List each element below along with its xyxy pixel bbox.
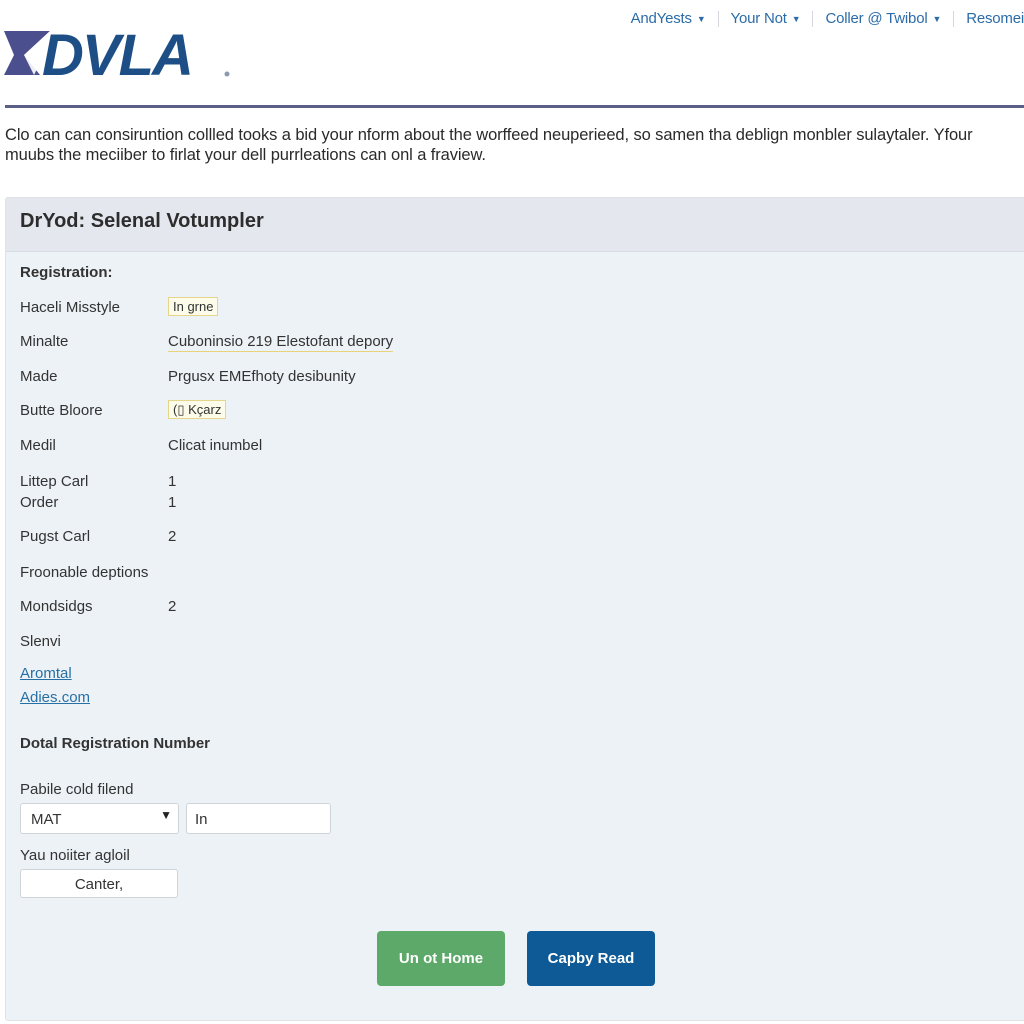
panel-header: DrYod: Selenal Votumpler [6,198,1024,252]
field-label: Pabile cold filend [20,781,134,798]
nav-item-your-not[interactable]: Your Not ▼ [719,10,813,27]
field-label: Littep Carl [20,473,89,490]
field-label: Pugst Carl [20,528,91,545]
secondary-input[interactable]: Canter, [20,869,178,898]
nav-item-label: Your Not [730,10,787,27]
field-label: Minalte [20,333,69,350]
link-adies-com[interactable]: Adies.com [20,689,90,706]
field-label: Butte Bloore [20,402,103,419]
registration-panel: DrYod: Selenal Votumpler Registration: H… [5,197,1024,1021]
field-label: Mondsidgs [20,598,93,615]
nav-item-resomei[interactable]: Resomei [954,10,1024,27]
logo-emblem-icon: DVLA [4,27,230,81]
nav-item-andyests[interactable]: AndYests ▼ [631,10,718,27]
caret-down-icon: ▼ [696,13,706,24]
field-label: Froonable deptions [20,564,149,581]
top-navigation: AndYests ▼ Your Not ▼ Coller @ Twibol ▼ … [631,10,1024,27]
field-label: Order [20,494,59,511]
dropdown-arrow-icon: ▼ [160,808,172,822]
intro-line-2: muubs the meciiber to firlat your dell p… [5,146,486,164]
nav-item-label: AndYests [630,10,692,27]
type-select[interactable]: MAT ▼ [20,803,179,834]
nav-item-coller-twibol[interactable]: Coller @ Twibol ▼ [813,10,953,27]
intro-line-1: Clo can can consiruntion collled tooks a… [5,126,973,144]
nav-item-label: Resomei [966,10,1024,27]
field-label: Haceli Misstyle [20,299,121,316]
field-value-badge: In grne [168,297,219,316]
registration-number-heading: Dotal Registration Number [20,735,211,752]
dvla-logo[interactable]: DVLA [4,27,234,81]
nav-item-label: Coller @ Twibol [825,10,928,27]
field-value: Clicat inumbel [168,437,263,454]
field-value: 2 [168,598,177,615]
registration-input[interactable]: In [186,803,331,834]
logo-text: DVLA [42,27,192,81]
panel-title: DrYod: Selenal Votumpler [20,210,264,232]
field-value: 2 [168,528,177,545]
field-label: Made [20,368,58,385]
field-value: 1 [168,473,177,490]
field-label: Medil [20,437,56,454]
field-value: Prgusx EMEfhoty desibunity [168,368,356,385]
read-button[interactable]: Capby Read [527,931,655,986]
link-aromtal[interactable]: Aromtal [20,665,72,682]
field-label: Slenvi [20,633,61,650]
header-divider [5,105,1024,108]
field-value-badge: (▯ Kçarz [168,400,227,419]
field-value: Cuboninsio 219 Elestofant depory [168,333,394,352]
field-value: 1 [168,494,177,511]
select-value: MAT [31,811,62,828]
caret-down-icon: ▼ [791,13,801,24]
home-button[interactable]: Un ot Home [377,931,505,986]
registration-section-label: Registration: [20,264,113,281]
intro-text: Clo can can consiruntion collled tooks a… [5,125,1024,165]
caret-down-icon: ▼ [932,13,942,24]
field-label: Yau noiiter agloil [20,847,130,864]
